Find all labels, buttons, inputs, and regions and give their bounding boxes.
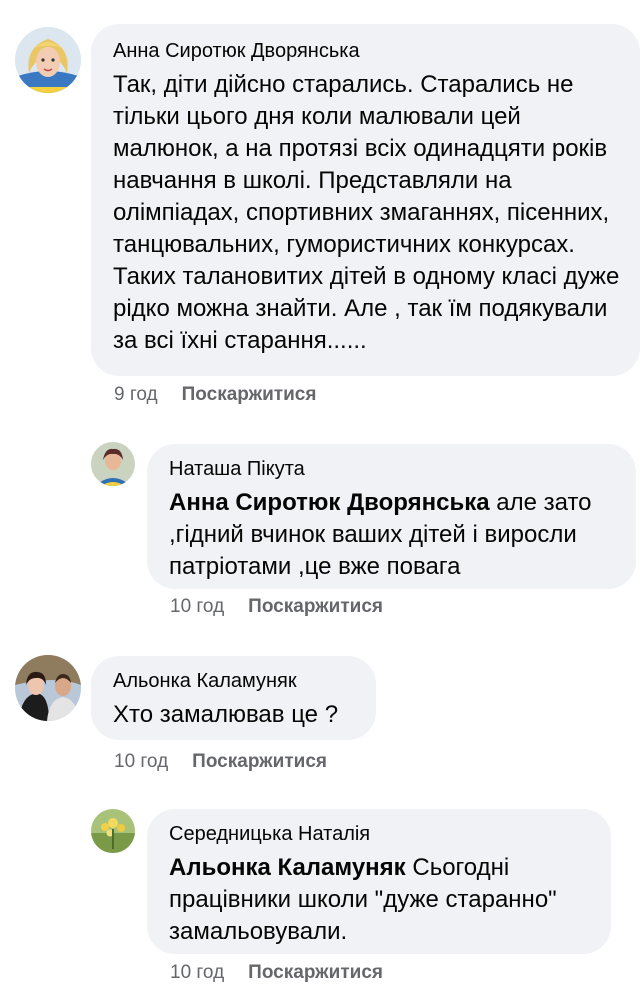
report-button[interactable]: Поскаржитися <box>248 962 383 984</box>
report-button[interactable]: Поскаржитися <box>248 596 383 618</box>
report-button[interactable]: Поскаржитися <box>192 751 327 773</box>
comment-meta: 10 год Поскаржитися <box>170 596 383 618</box>
comment-author[interactable]: Альонка Каламуняк <box>113 669 358 693</box>
comment-text: Анна Сиротюк Дворянська але зато ,гідний… <box>169 487 618 583</box>
comment-text: Альонка Каламуняк Сьогодні працівники шк… <box>169 852 593 948</box>
comment-time[interactable]: 10 год <box>170 962 224 984</box>
comment-meta: 10 год Поскаржитися <box>170 962 383 984</box>
comment-bubble: Альонка Каламуняк Хто замалював це ? <box>91 656 376 740</box>
mention-link[interactable]: Альонка Каламуняк <box>169 854 406 881</box>
report-button[interactable]: Поскаржитися <box>182 384 317 406</box>
avatar[interactable] <box>91 809 135 853</box>
avatar[interactable] <box>15 655 81 721</box>
comment-text: Так, діти дійсно старались. Старались не… <box>113 71 620 354</box>
comment-bubble: Анна Сиротюк Дворянська Так, діти дійсно… <box>91 24 640 376</box>
comment-bubble: Середницька Наталія Альонка Каламуняк Сь… <box>147 809 611 954</box>
comment-author[interactable]: Середницька Наталія <box>169 822 593 846</box>
comment-time[interactable]: 10 год <box>114 751 168 773</box>
comment-meta: 10 год Поскаржитися <box>114 751 327 773</box>
comment-bubble: Наташа Пікута Анна Сиротюк Дворянська ал… <box>147 444 636 589</box>
comment-text: Хто замалював це ? <box>113 701 339 728</box>
comment-author[interactable]: Наташа Пікута <box>169 457 618 481</box>
avatar[interactable] <box>15 27 81 93</box>
avatar[interactable] <box>91 442 135 486</box>
comment-meta: 9 год Поскаржитися <box>114 384 316 406</box>
comment-time[interactable]: 10 год <box>170 596 224 618</box>
mention-link[interactable]: Анна Сиротюк Дворянська <box>169 489 490 516</box>
comment-author[interactable]: Анна Сиротюк Дворянська <box>113 39 622 63</box>
comment-time[interactable]: 9 год <box>114 384 158 406</box>
